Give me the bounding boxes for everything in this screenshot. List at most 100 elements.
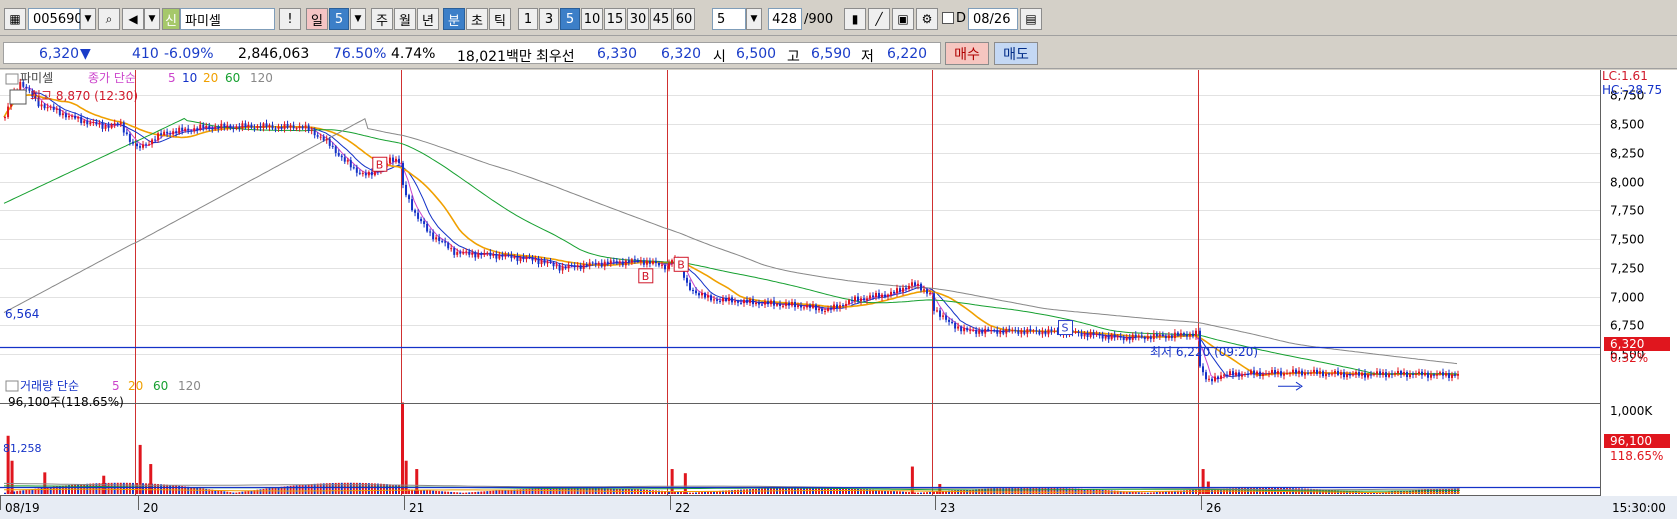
candle-body <box>917 283 919 286</box>
speaker-dropdown-chevron-down-icon[interactable]: ▼ <box>144 8 160 30</box>
date-checkbox[interactable] <box>942 12 954 24</box>
volume-bar <box>833 488 835 494</box>
candle-body <box>597 262 600 265</box>
day-button[interactable]: 일 <box>306 8 328 30</box>
candle-body <box>474 252 477 258</box>
count-total: /900 <box>804 12 834 27</box>
candle-body <box>388 157 391 164</box>
candle-body <box>1128 337 1131 340</box>
price-pane-toggle-icon[interactable] <box>5 73 19 85</box>
candle-body <box>432 232 435 240</box>
candle-body <box>298 126 301 129</box>
stock-chart[interactable]: BBBS 8,7508,5008,2508,0007,7507,5007,250… <box>0 70 1677 519</box>
volume-pane-toggle-icon[interactable] <box>5 380 19 392</box>
day-count-field[interactable]: 5 <box>329 8 349 30</box>
candle-body <box>259 125 262 129</box>
calendar-icon[interactable]: ▤ <box>1020 8 1042 30</box>
interval-45-button[interactable]: 45 <box>650 8 672 30</box>
interval-3-button[interactable]: 3 <box>539 8 559 30</box>
interval-chevron-down-icon[interactable]: ▼ <box>746 8 762 30</box>
candle-body <box>507 254 510 256</box>
volume-bar <box>298 484 301 494</box>
chart-table-icon[interactable] <box>9 89 27 105</box>
volume-bar <box>385 484 388 494</box>
candle-body <box>1349 374 1351 376</box>
speaker-icon[interactable]: ◀ <box>122 8 144 30</box>
code-input[interactable]: 005690 <box>28 8 83 30</box>
volume-bar <box>651 490 654 494</box>
candle-body <box>265 123 268 128</box>
interval-5-button[interactable]: 5 <box>560 8 580 30</box>
gear-icon[interactable]: ⚙ <box>916 8 938 30</box>
hc-label: HC:-28.75 <box>1602 83 1662 97</box>
candle-body <box>1439 372 1441 375</box>
candle-body <box>540 260 543 265</box>
x-tick-label: 22 <box>675 501 690 515</box>
stock-name-field[interactable]: 파미셀 <box>180 8 275 30</box>
volume-bar <box>1062 488 1065 494</box>
candle-body <box>1448 373 1450 378</box>
volume-bar <box>954 490 957 494</box>
alert-button[interactable]: ! <box>279 8 301 30</box>
count-input[interactable]: 428 <box>768 8 802 30</box>
tick-button[interactable]: 틱 <box>489 8 511 30</box>
minute-button[interactable]: 분 <box>443 8 465 30</box>
line-tool-icon[interactable]: ╱ <box>868 8 890 30</box>
volume-bar <box>492 490 495 494</box>
candle-body <box>64 113 67 118</box>
candle-body <box>1238 372 1240 377</box>
last-price-label: 6,320 <box>1610 337 1644 351</box>
volume-bar <box>1194 489 1197 494</box>
x-tick-label: 08/19 <box>5 501 40 515</box>
candle-body <box>1424 372 1426 376</box>
signal-label: B <box>642 270 650 283</box>
volume-bar <box>432 490 435 494</box>
candle-body <box>1286 373 1288 375</box>
buy-button[interactable]: 매수 <box>945 42 989 65</box>
candle-body <box>1214 376 1216 382</box>
volume-bar <box>740 489 742 494</box>
interval-30-button[interactable]: 30 <box>627 8 649 30</box>
candle-body <box>450 248 453 250</box>
date-input[interactable]: 08/26 <box>968 8 1018 30</box>
candle-type-icon[interactable]: ▮ <box>844 8 866 30</box>
second-button[interactable]: 초 <box>466 8 488 30</box>
year-button[interactable]: 년 <box>417 8 439 30</box>
search-icon[interactable]: ⌕ <box>98 8 120 30</box>
volume-bar <box>731 490 733 494</box>
candle-body <box>1235 372 1237 376</box>
candle-body <box>1340 372 1342 375</box>
day-count-chevron-down-icon[interactable]: ▼ <box>350 8 366 30</box>
candle-body <box>98 122 101 125</box>
volume-bar <box>504 490 507 494</box>
menu-icon[interactable]: ▦ <box>4 8 26 30</box>
candle-body <box>1113 334 1116 338</box>
candle-body <box>848 300 850 304</box>
last-volume-label: 96,100 <box>1610 434 1652 448</box>
sell-button[interactable]: 매도 <box>994 42 1038 65</box>
x-tick-label: 26 <box>1206 501 1221 515</box>
candle-body <box>740 302 742 304</box>
interval-1-button[interactable]: 1 <box>518 8 538 30</box>
month-button[interactable]: 월 <box>394 8 416 30</box>
volume-bar <box>845 488 847 494</box>
candle-body <box>1119 336 1122 338</box>
interval-15-button[interactable]: 15 <box>604 8 626 30</box>
candle-body <box>157 133 160 141</box>
interval-10-button[interactable]: 10 <box>581 8 603 30</box>
candle-body <box>202 124 205 128</box>
candle-body <box>833 304 835 310</box>
candle-body <box>890 291 892 295</box>
interval-input[interactable]: 5 <box>712 8 746 30</box>
save-icon[interactable]: ▣ <box>892 8 914 30</box>
candle-body <box>836 304 838 309</box>
code-dropdown-chevron-down-icon[interactable]: ▼ <box>80 8 96 30</box>
volume-bar <box>1005 488 1008 494</box>
volume-bar <box>471 492 474 494</box>
volume-bar <box>648 490 651 494</box>
candle-body <box>806 304 808 308</box>
candle-body <box>1104 335 1107 339</box>
candle-body <box>948 319 951 322</box>
interval-60-button[interactable]: 60 <box>673 8 695 30</box>
week-button[interactable]: 주 <box>371 8 393 30</box>
